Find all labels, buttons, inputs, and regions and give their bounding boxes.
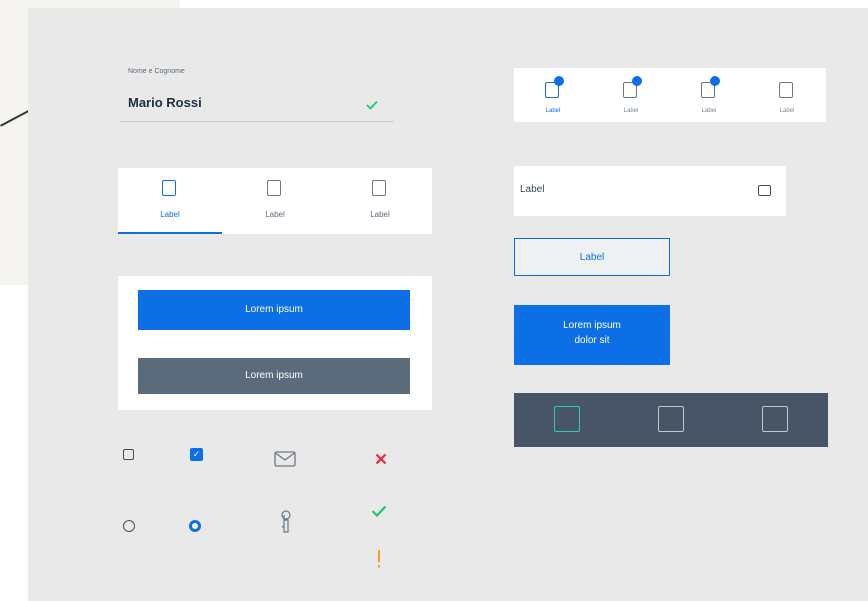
tab-label: Label xyxy=(160,210,180,219)
active-tab-indicator xyxy=(118,232,222,234)
multiline-button[interactable]: Lorem ipsum dolor sit xyxy=(514,305,670,365)
notification-badge xyxy=(554,76,564,86)
bottom-nav-item-1[interactable]: Label xyxy=(514,68,592,122)
notification-badge xyxy=(632,76,642,86)
bottom-nav-item-4[interactable]: Label xyxy=(748,68,826,122)
checkbox-empty-icon[interactable] xyxy=(123,449,134,460)
tab-icon xyxy=(162,180,176,196)
dark-nav-item-3[interactable] xyxy=(722,393,827,447)
text-field-label: Nome e Cognome xyxy=(128,68,185,75)
mail-icon xyxy=(274,451,296,467)
checkbox-checked-icon[interactable]: ✓ xyxy=(190,448,203,461)
close-icon xyxy=(375,453,387,465)
ui-kit-canvas: Nome e Cognome Mario Rossi Label Label L… xyxy=(28,8,868,601)
list-item-label: Label xyxy=(520,184,545,195)
secondary-button[interactable]: Lorem ipsum xyxy=(138,358,410,394)
nav-icon xyxy=(779,82,793,98)
nav-label: Label xyxy=(545,108,561,114)
bottom-navigation: Label Label Label Label xyxy=(514,68,826,122)
text-field-value[interactable]: Mario Rossi xyxy=(128,95,202,110)
notification-badge xyxy=(710,76,720,86)
dark-nav-item-2[interactable] xyxy=(618,393,723,447)
list-item[interactable]: Label xyxy=(514,166,786,216)
nav-icon xyxy=(658,406,684,432)
alert-icon xyxy=(378,550,380,568)
outline-button[interactable]: Label xyxy=(514,238,670,276)
touch-icon xyxy=(281,510,291,533)
check-icon xyxy=(366,100,378,110)
bottom-nav-item-3[interactable]: Label xyxy=(670,68,748,122)
radio-empty-icon[interactable] xyxy=(123,520,135,532)
nav-label: Label xyxy=(701,108,717,114)
bottom-nav-item-2[interactable]: Label xyxy=(592,68,670,122)
tab-3[interactable]: Label xyxy=(328,168,432,234)
checkbox-empty-icon[interactable] xyxy=(758,185,771,196)
tab-icon xyxy=(372,180,386,196)
tab-label: Label xyxy=(265,210,285,219)
tab-icon xyxy=(267,180,281,196)
button-line-2: dolor sit xyxy=(574,335,610,346)
nav-icon xyxy=(554,406,580,432)
nav-icon xyxy=(762,406,788,432)
tab-2[interactable]: Label xyxy=(223,168,327,234)
dark-nav-item-1[interactable] xyxy=(514,393,619,447)
radio-checked-icon[interactable] xyxy=(189,520,201,532)
dark-navigation-bar xyxy=(514,393,828,447)
text-field-underline xyxy=(120,121,394,122)
text-field[interactable]: Nome e Cognome Mario Rossi xyxy=(120,64,394,126)
tab-1[interactable]: Label xyxy=(118,168,222,234)
check-icon xyxy=(371,505,387,517)
button-line-1: Lorem ipsum xyxy=(563,320,621,331)
nav-label: Label xyxy=(623,108,639,114)
buttons-card: Lorem ipsum Lorem ipsum xyxy=(118,276,432,410)
tab-label: Label xyxy=(370,210,390,219)
nav-label: Label xyxy=(779,108,795,114)
tab-bar: Label Label Label xyxy=(118,168,432,234)
primary-button[interactable]: Lorem ipsum xyxy=(138,290,410,330)
